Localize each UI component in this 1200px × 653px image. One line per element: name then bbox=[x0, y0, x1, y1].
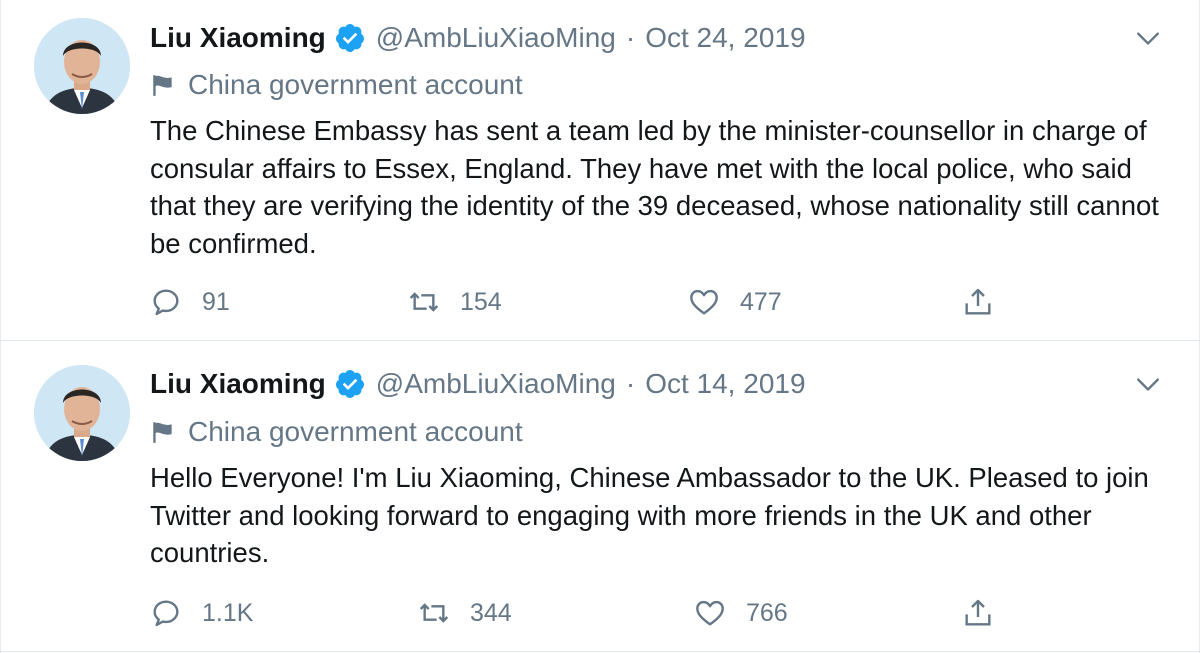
reply-icon bbox=[153, 289, 179, 316]
heart-icon bbox=[696, 600, 724, 626]
tweet-actions: 1.1K 344 766 bbox=[150, 593, 1010, 633]
tweet-date[interactable]: Oct 24, 2019 bbox=[645, 22, 805, 54]
verified-badge-icon bbox=[334, 22, 366, 54]
government-label: China government account bbox=[150, 68, 523, 102]
reply-count: 91 bbox=[202, 287, 230, 316]
government-label-text: China government account bbox=[188, 69, 523, 100]
avatar[interactable] bbox=[34, 18, 130, 114]
tweet-actions: 91 154 477 bbox=[150, 282, 1010, 322]
government-label-text: China government account bbox=[188, 416, 523, 447]
retweet-icon bbox=[409, 292, 439, 312]
display-name[interactable]: Liu Xiaoming bbox=[150, 368, 326, 400]
like-button[interactable]: 477 bbox=[688, 282, 782, 322]
share-icon bbox=[965, 599, 991, 626]
chevron-down-icon[interactable] bbox=[1135, 25, 1161, 51]
share-button[interactable] bbox=[962, 282, 1014, 322]
bottom-border bbox=[0, 651, 1200, 652]
tweet-text: The Chinese Embassy has sent a team led … bbox=[150, 115, 1159, 259]
user-handle[interactable]: @AmbLiuXiaoMing bbox=[376, 368, 616, 400]
retweet-button[interactable]: 154 bbox=[408, 282, 502, 322]
tweet-header: Liu Xiaoming @AmbLiuXiaoMing · Oct 14, 2… bbox=[150, 364, 806, 404]
retweet-icon bbox=[419, 603, 449, 623]
user-handle[interactable]: @AmbLiuXiaoMing bbox=[376, 22, 616, 54]
tweet-text: Hello Everyone! I'm Liu Xiaoming, Chines… bbox=[150, 462, 1149, 568]
like-button[interactable]: 766 bbox=[694, 593, 788, 633]
separator-dot: · bbox=[625, 22, 636, 53]
chevron-down-icon[interactable] bbox=[1135, 371, 1161, 397]
retweet-count: 154 bbox=[460, 287, 502, 316]
tweet-date[interactable]: Oct 14, 2019 bbox=[645, 368, 805, 400]
tweet[interactable]: Liu Xiaoming @AmbLiuXiaoMing · Oct 24, 2… bbox=[0, 0, 1200, 340]
share-icon bbox=[965, 288, 991, 315]
heart-icon bbox=[690, 289, 718, 315]
avatar[interactable] bbox=[34, 365, 130, 461]
separator-dot: · bbox=[625, 368, 636, 399]
verified-badge-icon bbox=[334, 368, 366, 400]
reply-icon bbox=[153, 600, 179, 627]
like-count: 477 bbox=[740, 287, 782, 316]
reply-count: 1.1K bbox=[202, 598, 254, 627]
reply-button[interactable]: 1.1K bbox=[150, 593, 253, 633]
tweet-header: Liu Xiaoming @AmbLiuXiaoMing · Oct 24, 2… bbox=[150, 18, 806, 58]
reply-button[interactable]: 91 bbox=[150, 282, 230, 322]
tweet[interactable]: Liu Xiaoming @AmbLiuXiaoMing · Oct 14, 2… bbox=[0, 341, 1200, 653]
display-name[interactable]: Liu Xiaoming bbox=[150, 22, 326, 54]
government-label: China government account bbox=[150, 415, 523, 449]
flag-icon bbox=[150, 72, 176, 98]
share-button[interactable] bbox=[962, 593, 1014, 633]
retweet-button[interactable]: 344 bbox=[418, 593, 512, 633]
flag-icon bbox=[150, 419, 176, 445]
like-count: 766 bbox=[746, 598, 788, 627]
retweet-count: 344 bbox=[470, 598, 512, 627]
